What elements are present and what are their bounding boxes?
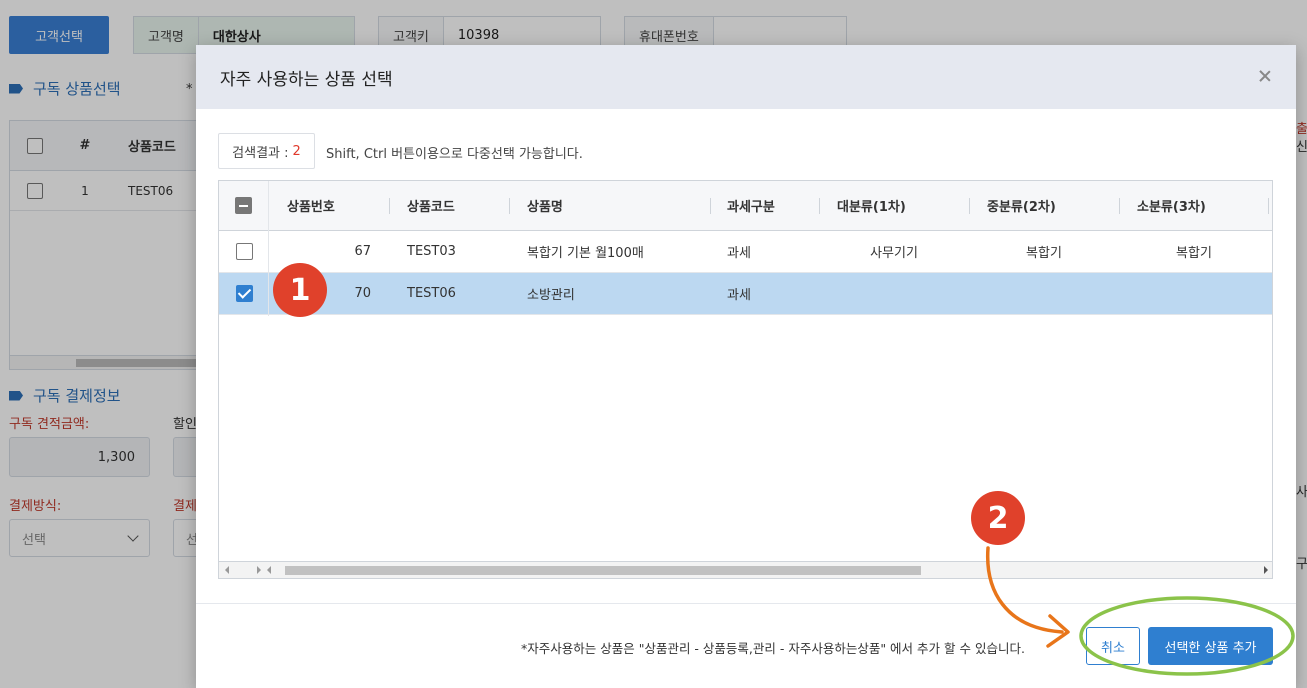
scroll-left-icon[interactable] <box>267 566 271 574</box>
column-separator[interactable] <box>509 198 510 214</box>
minus-icon <box>235 197 252 214</box>
row-category-2 <box>969 273 1119 314</box>
step-1-badge: 1 <box>273 263 327 317</box>
col-category-1[interactable]: 대분류(1차) <box>837 181 906 230</box>
footer-divider <box>196 603 1296 604</box>
col-product-name[interactable]: 상품명 <box>527 181 563 230</box>
row-checkbox[interactable] <box>236 231 253 272</box>
scroll-right-icon[interactable] <box>1264 566 1268 574</box>
column-separator[interactable] <box>1268 198 1269 214</box>
step-2-badge: 2 <box>971 491 1025 545</box>
table-row[interactable]: 67 TEST03 복합기 기본 월100매 과세 사무기기 복합기 복합기 <box>219 231 1272 273</box>
col-product-no[interactable]: 상품번호 <box>287 181 335 230</box>
grid-header: 상품번호 상품코드 상품명 과세구분 대분류(1차) 중분류(2차) 소분류(3… <box>219 181 1272 231</box>
col-product-code[interactable]: 상품코드 <box>407 181 455 230</box>
modal-title: 자주 사용하는 상품 선택 <box>220 69 393 90</box>
table-row[interactable]: 70 TEST06 소방관리 과세 <box>219 273 1272 315</box>
col-category-2[interactable]: 중분류(2차) <box>987 181 1056 230</box>
row-product-no: 67 <box>354 244 371 259</box>
column-separator[interactable] <box>969 198 970 214</box>
row-product-name: 소방관리 <box>527 288 575 303</box>
row-product-code: TEST03 <box>407 244 456 259</box>
frequent-products-modal: 자주 사용하는 상품 선택 검색결과 : 2 Shift, Ctrl 버튼이용으… <box>196 45 1296 688</box>
close-icon[interactable] <box>1256 67 1274 85</box>
grid-horizontal-scrollbar[interactable] <box>219 561 1272 578</box>
scroll-left-icon[interactable] <box>225 566 229 574</box>
scrollbar-thumb[interactable] <box>285 566 921 575</box>
cancel-button[interactable]: 취소 <box>1086 627 1140 665</box>
row-category-1 <box>819 273 969 314</box>
column-separator[interactable] <box>819 198 820 214</box>
col-tax-type[interactable]: 과세구분 <box>727 181 775 230</box>
search-result-count: 2 <box>292 143 301 159</box>
modal-header: 자주 사용하는 상품 선택 <box>196 45 1296 109</box>
row-tax-type: 과세 <box>727 288 751 303</box>
row-tax-type: 과세 <box>727 246 751 261</box>
footer-note: *자주사용하는 상품은 "상품관리 - 상품등록,관리 - 자주사용하는상품" … <box>521 641 1025 656</box>
row-checkbox[interactable] <box>236 273 253 314</box>
search-result-label: 검색결과 : <box>232 145 289 161</box>
select-all-checkbox[interactable] <box>235 181 252 230</box>
col-category-3[interactable]: 소분류(3차) <box>1137 181 1206 230</box>
add-selected-products-button[interactable]: 선택한 상품 추가 <box>1148 627 1273 665</box>
row-category-3: 복합기 <box>1176 246 1212 261</box>
checkbox-column-divider <box>268 181 269 316</box>
products-grid: 상품번호 상품코드 상품명 과세구분 대분류(1차) 중분류(2차) 소분류(3… <box>218 180 1273 579</box>
row-category-2: 복합기 <box>1026 246 1062 261</box>
row-category-1: 사무기기 <box>870 246 918 261</box>
check-icon <box>236 285 253 302</box>
row-product-code: TEST06 <box>407 286 456 301</box>
column-separator[interactable] <box>1119 198 1120 214</box>
column-separator[interactable] <box>389 198 390 214</box>
column-separator[interactable] <box>710 198 711 214</box>
scroll-right-icon[interactable] <box>257 566 261 574</box>
multi-select-hint: Shift, Ctrl 버튼이용으로 다중선택 가능합니다. <box>326 147 583 162</box>
row-product-name: 복합기 기본 월100매 <box>527 246 644 261</box>
search-result-box: 검색결과 : 2 <box>218 133 315 169</box>
row-category-3 <box>1119 273 1269 314</box>
